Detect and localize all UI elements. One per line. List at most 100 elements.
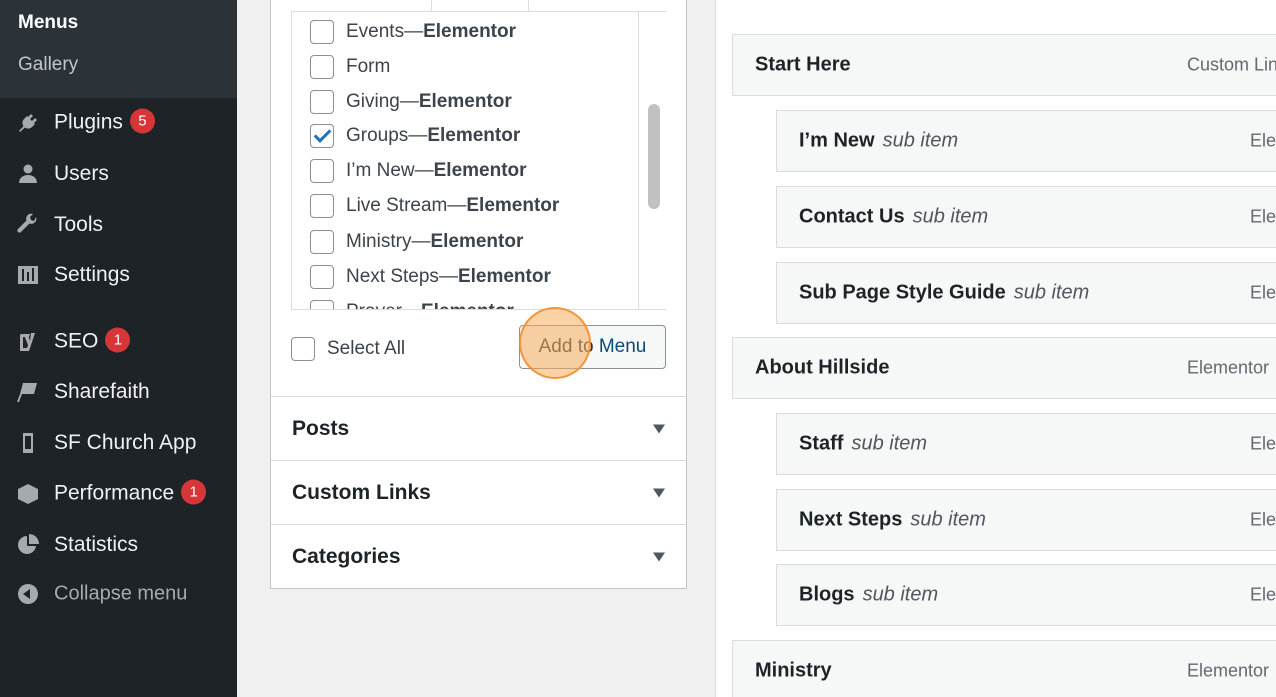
submenu-item-gallery[interactable]: Gallery [18, 54, 78, 76]
collapse-menu-button[interactable]: Collapse menu [0, 572, 237, 616]
page-name: Live Stream [346, 195, 448, 216]
menu-item-label: Contact Us [799, 205, 905, 228]
settings-icon [15, 262, 41, 288]
sidebar-item-label: Sharefaith [54, 380, 150, 403]
page-type: Elementor [457, 266, 551, 287]
seo-notification-badge: 1 [105, 327, 131, 353]
menu-item-title: Ministry [755, 660, 832, 683]
menu-item-type: Elementor [1250, 282, 1276, 303]
menu-item-type: Elementor [1250, 509, 1276, 530]
select-all-checkbox[interactable]: Select All [291, 336, 405, 362]
menu-item-label: About Hillside [755, 356, 890, 379]
checkbox[interactable] [310, 265, 334, 289]
plugins-icon [15, 110, 41, 136]
menu-item-contact-us[interactable]: Contact Us sub item Elementor [776, 186, 1276, 248]
page-name: Giving [346, 91, 400, 112]
page-type: Elementor [421, 301, 514, 309]
page-name: I’m New [346, 160, 415, 181]
menu-item-type: Elementor [1187, 357, 1270, 378]
accordion-categories[interactable]: Categories [271, 524, 686, 588]
sidebar-item-statistics[interactable]: Statistics [0, 523, 237, 567]
page-item-prayer[interactable]: Prayer — Elementor [310, 298, 514, 309]
menu-item-title: Contact Us sub item [799, 206, 988, 229]
sidebar-item-seo[interactable]: SEO 1 [0, 320, 237, 364]
menu-item-next-steps[interactable]: Next Steps sub item Elementor [776, 489, 1276, 551]
page-item-form[interactable]: Form [310, 53, 390, 81]
menu-item-label: Ministry [755, 659, 832, 682]
menu-item-ministry[interactable]: Ministry Elementor [732, 640, 1276, 697]
page-item-groups[interactable]: Groups — Elementor [310, 122, 520, 150]
performance-notification-badge: 1 [181, 479, 207, 505]
accordion-custom-links[interactable]: Custom Links [271, 460, 686, 524]
sidebar-item-sharefaith[interactable]: Sharefaith [0, 370, 237, 414]
collapse-arrow-icon [15, 581, 41, 607]
sharefaith-icon [15, 379, 41, 405]
checkbox[interactable] [291, 337, 315, 361]
dropdown-arrow-icon [653, 424, 665, 433]
sub-item-tag: sub item [912, 205, 989, 228]
add-button-label: Add to [538, 336, 599, 357]
add-to-menu-button[interactable]: Add to Menu [519, 325, 666, 369]
separator: — [447, 195, 467, 216]
checkbox[interactable] [310, 194, 334, 218]
sidebar-item-performance[interactable]: Performance 1 [0, 472, 237, 516]
menu-item-about-hillside[interactable]: About Hillside Elementor [732, 337, 1276, 399]
page-item-next-steps[interactable]: Next Steps — Elementor [310, 263, 551, 291]
page-name: Events [346, 21, 405, 42]
menu-item-label: Staff [799, 432, 844, 455]
separator: — [438, 266, 458, 287]
sidebar-item-tools[interactable]: Tools [0, 203, 237, 247]
menu-item-label: I’m New [799, 129, 875, 152]
checkbox[interactable] [310, 90, 334, 114]
sub-item-tag: sub item [851, 432, 928, 455]
checkbox-checked[interactable] [310, 124, 334, 148]
separator: — [411, 231, 431, 252]
accordion-title: Posts [292, 416, 350, 440]
checkbox[interactable] [310, 300, 334, 309]
submenu-item-menus[interactable]: Menus [18, 12, 78, 34]
page-type: Elementor [427, 125, 521, 146]
sidebar-item-label: SEO [54, 329, 99, 353]
menu-item-title: Staff sub item [799, 433, 927, 456]
page-type: Elementor [466, 195, 560, 216]
accordion-title: Categories [292, 544, 401, 568]
accordion-posts[interactable]: Posts [271, 396, 686, 460]
menu-item-im-new[interactable]: I’m New sub item Elementor [776, 110, 1276, 172]
checkbox[interactable] [310, 55, 334, 79]
menu-item-label: Next Steps [799, 508, 903, 531]
page-item-im-new[interactable]: I’m New — Elementor [310, 157, 527, 185]
page-type: Elementor [418, 91, 512, 112]
menu-item-type: Elementor [1250, 584, 1276, 605]
sidebar-item-plugins[interactable]: Plugins 5 [0, 101, 237, 145]
page-item-ministry[interactable]: Ministry — Elementor [310, 228, 523, 256]
yoast-seo-icon [15, 329, 41, 355]
menu-item-title: Sub Page Style Guide sub item [799, 282, 1089, 305]
page-type: Elementor [430, 231, 524, 252]
sidebar-item-sf-church-app[interactable]: SF Church App [0, 421, 237, 465]
sidebar-item-settings[interactable]: Settings [0, 253, 237, 297]
menu-item-staff[interactable]: Staff sub item Elementor [776, 413, 1276, 475]
checkbox[interactable] [310, 230, 334, 254]
sidebar-item-users[interactable]: Users [0, 152, 237, 196]
sub-item-tag: sub item [910, 508, 986, 531]
menu-item-start-here[interactable]: Start Here Custom Link [732, 34, 1276, 96]
menu-item-blogs[interactable]: Blogs sub item Elementor [776, 564, 1276, 626]
page-name: Ministry [346, 231, 412, 252]
checkbox[interactable] [310, 159, 334, 183]
sidebar-item-label: SF Church App [54, 431, 197, 454]
menu-item-sub-page-style-guide[interactable]: Sub Page Style Guide sub item Elementor [776, 262, 1276, 324]
checklist-scrollbar-thumb[interactable] [648, 104, 660, 209]
separator: — [399, 91, 419, 112]
menu-item-type: Custom Link [1187, 54, 1276, 75]
page-item-events[interactable]: Events — Elementor [310, 18, 516, 46]
menu-item-title: I’m New sub item [799, 130, 958, 153]
sidebar-item-label: Statistics [54, 533, 139, 556]
pages-checklist[interactable]: Events — Elementor Form Giving — Element… [291, 11, 666, 310]
checkbox[interactable] [310, 20, 334, 44]
sidebar-item-label: Collapse menu [54, 582, 188, 605]
sidebar-item-label: Tools [54, 213, 104, 236]
page-item-live-stream[interactable]: Live Stream — Elementor [310, 192, 559, 220]
page-item-giving[interactable]: Giving — Elementor [310, 88, 512, 116]
accordion-title: Custom Links [292, 480, 431, 504]
sidebar-item-label: Users [54, 162, 109, 185]
